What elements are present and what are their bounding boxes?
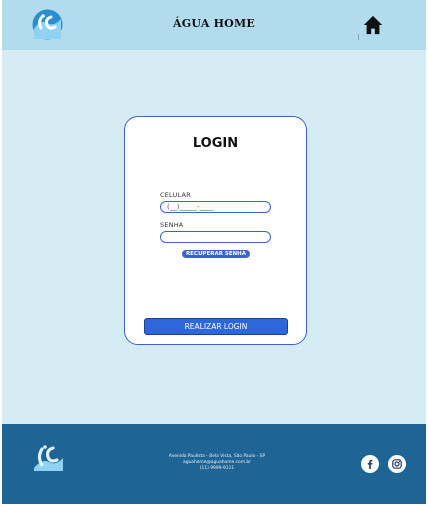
- footer-address: Avenida Paulista - Bela Vista, São Paulo…: [168, 454, 266, 459]
- facebook-button[interactable]: [361, 455, 379, 473]
- footer: Avenida Paulista - Bela Vista, São Paulo…: [2, 424, 426, 504]
- instagram-button[interactable]: [388, 455, 406, 473]
- wave-logo-icon: [34, 445, 63, 471]
- login-card: LOGIN CELULAR (__)_____-____ SENHA RECUP…: [124, 116, 307, 345]
- recover-password-button[interactable]: RECUPERAR SENHA: [182, 250, 250, 258]
- home-icon[interactable]: [362, 14, 384, 36]
- phone-input[interactable]: (__)_____-____: [160, 201, 271, 213]
- footer-phone: (11) 9999-9111: [199, 466, 235, 471]
- phone-placeholder: (__)_____-____: [167, 203, 214, 211]
- header: ÁGUA HOME: [2, 0, 426, 50]
- login-title: LOGIN: [192, 136, 239, 151]
- footer-email: aguahome@aguahome.com.br: [183, 460, 251, 465]
- phone-label: CELULAR: [160, 191, 191, 199]
- page: ÁGUA HOME LOGIN CELULAR (__)_____-____ S…: [2, 0, 426, 504]
- instagram-icon: [392, 459, 402, 469]
- password-input[interactable]: [160, 231, 271, 243]
- login-button[interactable]: REALIZAR LOGIN: [144, 318, 288, 335]
- facebook-icon: [367, 459, 373, 469]
- password-label: SENHA: [160, 221, 184, 229]
- divider: [358, 34, 359, 40]
